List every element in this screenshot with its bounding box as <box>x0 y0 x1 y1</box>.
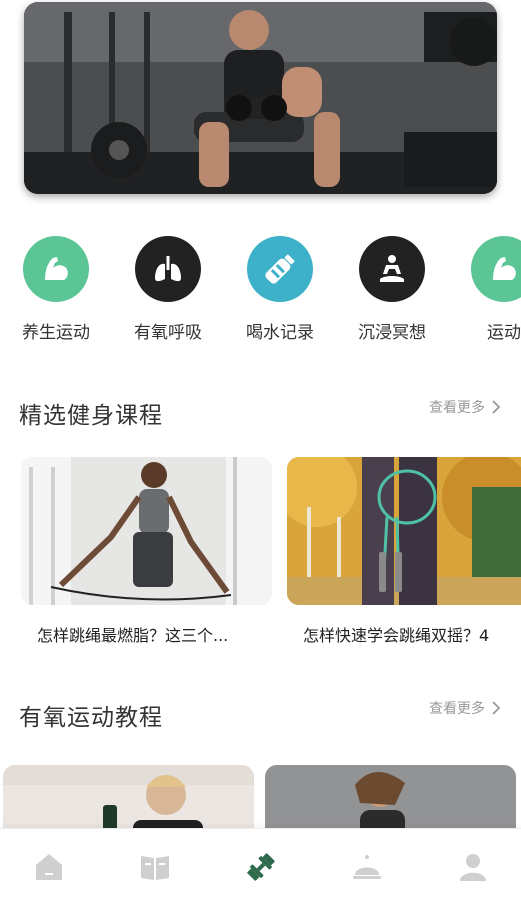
tab-workout[interactable] <box>245 851 277 883</box>
see-more-label: 查看更多 <box>429 400 485 416</box>
arm-muscle-icon <box>471 236 521 302</box>
quick-link-label: 有氧呼吸 <box>134 323 202 343</box>
dumbbell-icon <box>247 853 275 881</box>
jump-rope-legs-photo <box>287 457 521 605</box>
food-cloche-icon <box>353 855 381 879</box>
see-more-label: 查看更多 <box>429 701 485 717</box>
tab-home[interactable] <box>33 851 65 883</box>
banner-image[interactable] <box>24 2 497 194</box>
meditation-icon <box>359 236 425 302</box>
quick-link-water-record[interactable]: 喝水记录 <box>230 236 330 343</box>
quick-link-exercise[interactable]: 运动 <box>454 236 521 343</box>
course-card-1[interactable] <box>21 457 272 605</box>
course-card-2[interactable] <box>287 457 521 605</box>
quick-link-label: 运动 <box>487 323 521 343</box>
quick-link-label: 沉浸冥想 <box>358 323 426 343</box>
section-title-aerobic: 有氧运动教程 <box>19 705 163 731</box>
quick-links: 养生运动 有氧呼吸 喝水记录 沉浸冥想 运动 <box>0 236 521 346</box>
home-icon <box>36 854 62 880</box>
course-card-title: 怎样跳绳最燃脂？这三个... <box>37 626 229 645</box>
water-bottle-icon <box>247 236 313 302</box>
quick-link-aerobic-breathing[interactable]: 有氧呼吸 <box>118 236 218 343</box>
course-card-title: 怎样快速学会跳绳双摇？4 <box>303 626 490 645</box>
profile-icon <box>460 854 486 881</box>
quick-link-meditation[interactable]: 沉浸冥想 <box>342 236 442 343</box>
quick-link-health-exercise[interactable]: 养生运动 <box>6 236 106 343</box>
section-title-fitness: 精选健身课程 <box>19 403 163 429</box>
tab-diet[interactable] <box>351 851 383 883</box>
lungs-icon <box>135 236 201 302</box>
gym-photo <box>24 2 497 194</box>
see-more-aerobic[interactable]: 查看更多 <box>429 698 501 718</box>
chevron-right-icon <box>492 400 501 414</box>
tab-library[interactable] <box>139 851 171 883</box>
tab-profile[interactable] <box>457 851 489 883</box>
chevron-right-icon <box>492 701 501 715</box>
arm-muscle-icon <box>23 236 89 302</box>
see-more-fitness[interactable]: 查看更多 <box>429 397 501 417</box>
quick-link-label: 养生运动 <box>22 323 90 343</box>
bottom-tab-bar <box>0 828 521 902</box>
book-icon <box>141 856 169 880</box>
jump-rope-woman-photo <box>21 457 272 605</box>
quick-link-label: 喝水记录 <box>246 323 314 343</box>
